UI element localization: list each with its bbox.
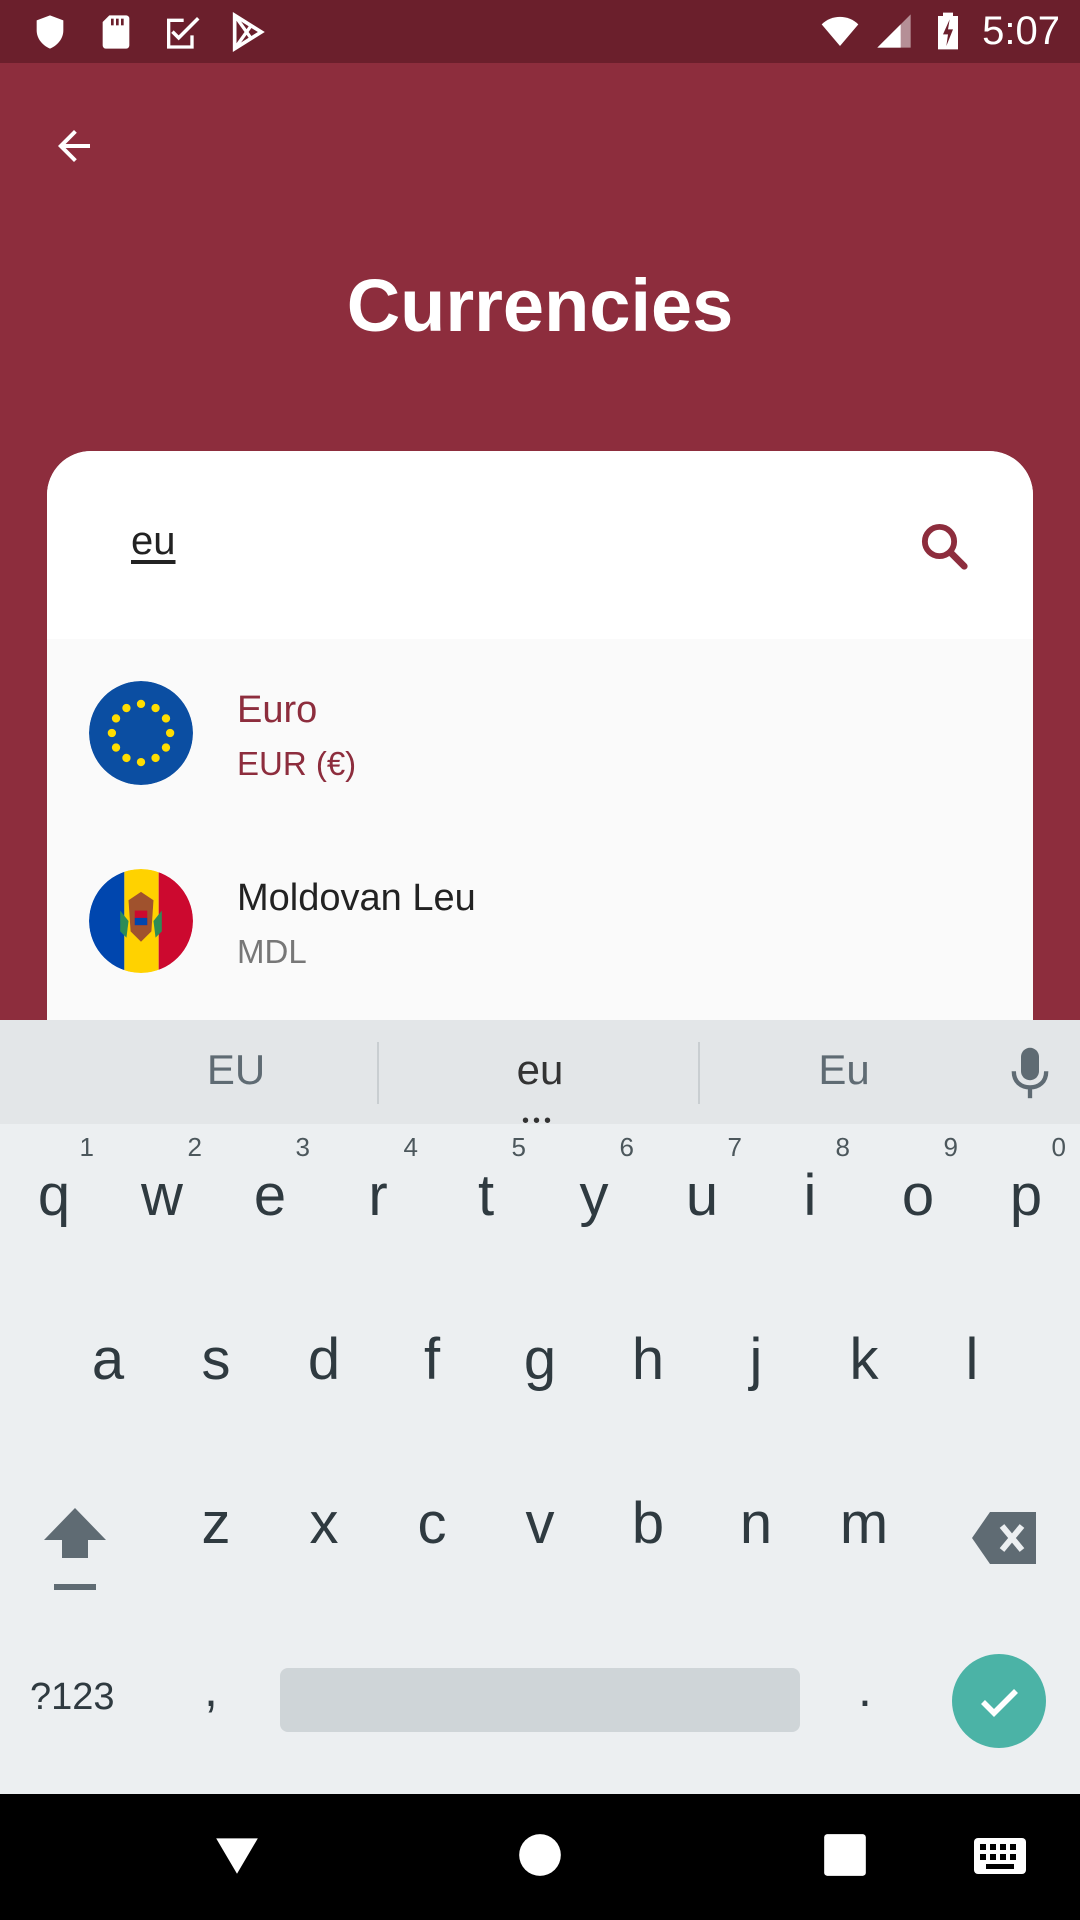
signal-icon xyxy=(877,14,911,48)
done-button[interactable] xyxy=(952,1654,1046,1748)
key-y[interactable]: y6 xyxy=(540,1124,648,1274)
key-i[interactable]: i8 xyxy=(756,1124,864,1274)
soft-keyboard: EU eu ••• Eu q1 w2 e3 r4 t5 y6 u7 i8 o9 … xyxy=(0,1020,1080,1794)
results-list: Euro EUR (€) Moldovan Leu MDL xyxy=(47,639,1033,1021)
back-triangle-icon[interactable] xyxy=(212,1830,262,1880)
suggestion-3[interactable]: Eu xyxy=(744,1046,944,1094)
key-p[interactable]: p0 xyxy=(972,1124,1080,1274)
key-m[interactable]: m xyxy=(810,1452,918,1602)
key-x[interactable]: x xyxy=(270,1452,378,1602)
wifi-icon xyxy=(821,16,859,46)
suggestion-2[interactable]: eu xyxy=(440,1046,640,1094)
key-s[interactable]: s xyxy=(162,1288,270,1438)
shift-icon[interactable] xyxy=(40,1504,110,1594)
moldova-flag-icon xyxy=(89,869,193,973)
key-j[interactable]: j xyxy=(702,1288,810,1438)
key-q[interactable]: q1 xyxy=(0,1124,108,1274)
check-icon xyxy=(981,1689,1018,1717)
navigation-bar xyxy=(0,1794,1080,1920)
key-h[interactable]: h xyxy=(594,1288,702,1438)
status-time: 5:07 xyxy=(982,9,1060,53)
search-input[interactable]: eu xyxy=(131,519,176,564)
key-t[interactable]: t5 xyxy=(432,1124,540,1274)
key-v[interactable]: v xyxy=(486,1452,594,1602)
symbols-key[interactable]: ?123 xyxy=(30,1676,115,1719)
task-icon xyxy=(167,17,200,49)
space-bar[interactable] xyxy=(280,1668,800,1732)
key-g[interactable]: g xyxy=(486,1288,594,1438)
suggestion-divider xyxy=(377,1042,379,1104)
key-k[interactable]: k xyxy=(810,1288,918,1438)
keyboard-icon[interactable] xyxy=(972,1834,1028,1878)
arrow-back-icon xyxy=(58,130,90,162)
key-r[interactable]: r4 xyxy=(324,1124,432,1274)
play-store-icon xyxy=(232,12,265,52)
shield-icon xyxy=(36,15,64,49)
key-e[interactable]: e3 xyxy=(216,1124,324,1274)
key-a[interactable]: a xyxy=(54,1288,162,1438)
key-l[interactable]: l xyxy=(918,1288,1026,1438)
key-z[interactable]: z xyxy=(162,1452,270,1602)
key-d[interactable]: d xyxy=(270,1288,378,1438)
currency-search-card: eu Euro EUR (€) Moldovan Leu MDL xyxy=(47,451,1033,1021)
currency-code: EUR (€) xyxy=(237,745,357,782)
key-w[interactable]: w2 xyxy=(108,1124,216,1274)
microphone-icon[interactable] xyxy=(1008,1046,1052,1100)
list-item-euro[interactable]: Euro EUR (€) xyxy=(47,639,1033,827)
battery-charging-icon xyxy=(938,12,959,50)
list-item-moldovan-leu[interactable]: Moldovan Leu MDL xyxy=(47,827,1033,1015)
comma-key[interactable]: , xyxy=(204,1660,218,1718)
back-button[interactable] xyxy=(38,110,110,182)
key-f[interactable]: f xyxy=(378,1288,486,1438)
search-icon[interactable] xyxy=(917,519,971,573)
page-title: Currencies xyxy=(346,264,734,347)
currency-name: Euro xyxy=(237,689,318,731)
eu-flag-icon xyxy=(89,681,193,785)
recents-square-icon[interactable] xyxy=(820,1830,870,1880)
key-b[interactable]: b xyxy=(594,1452,702,1602)
backspace-icon[interactable] xyxy=(970,1508,1040,1568)
sd-card-icon xyxy=(102,15,130,49)
key-o[interactable]: o9 xyxy=(864,1124,972,1274)
period-key[interactable]: . xyxy=(858,1660,872,1718)
suggestion-divider xyxy=(698,1042,700,1104)
search-row: eu xyxy=(47,451,1033,639)
key-c[interactable]: c xyxy=(378,1452,486,1602)
currency-name: Moldovan Leu xyxy=(237,877,476,919)
home-circle-icon[interactable] xyxy=(515,1830,565,1880)
status-bar: 5:07 xyxy=(0,0,1080,63)
key-n[interactable]: n xyxy=(702,1452,810,1602)
currency-code: MDL xyxy=(237,933,307,970)
suggestion-bar: EU eu ••• Eu xyxy=(0,1020,1080,1132)
key-u[interactable]: u7 xyxy=(648,1124,756,1274)
suggestion-1[interactable]: EU xyxy=(136,1046,336,1094)
